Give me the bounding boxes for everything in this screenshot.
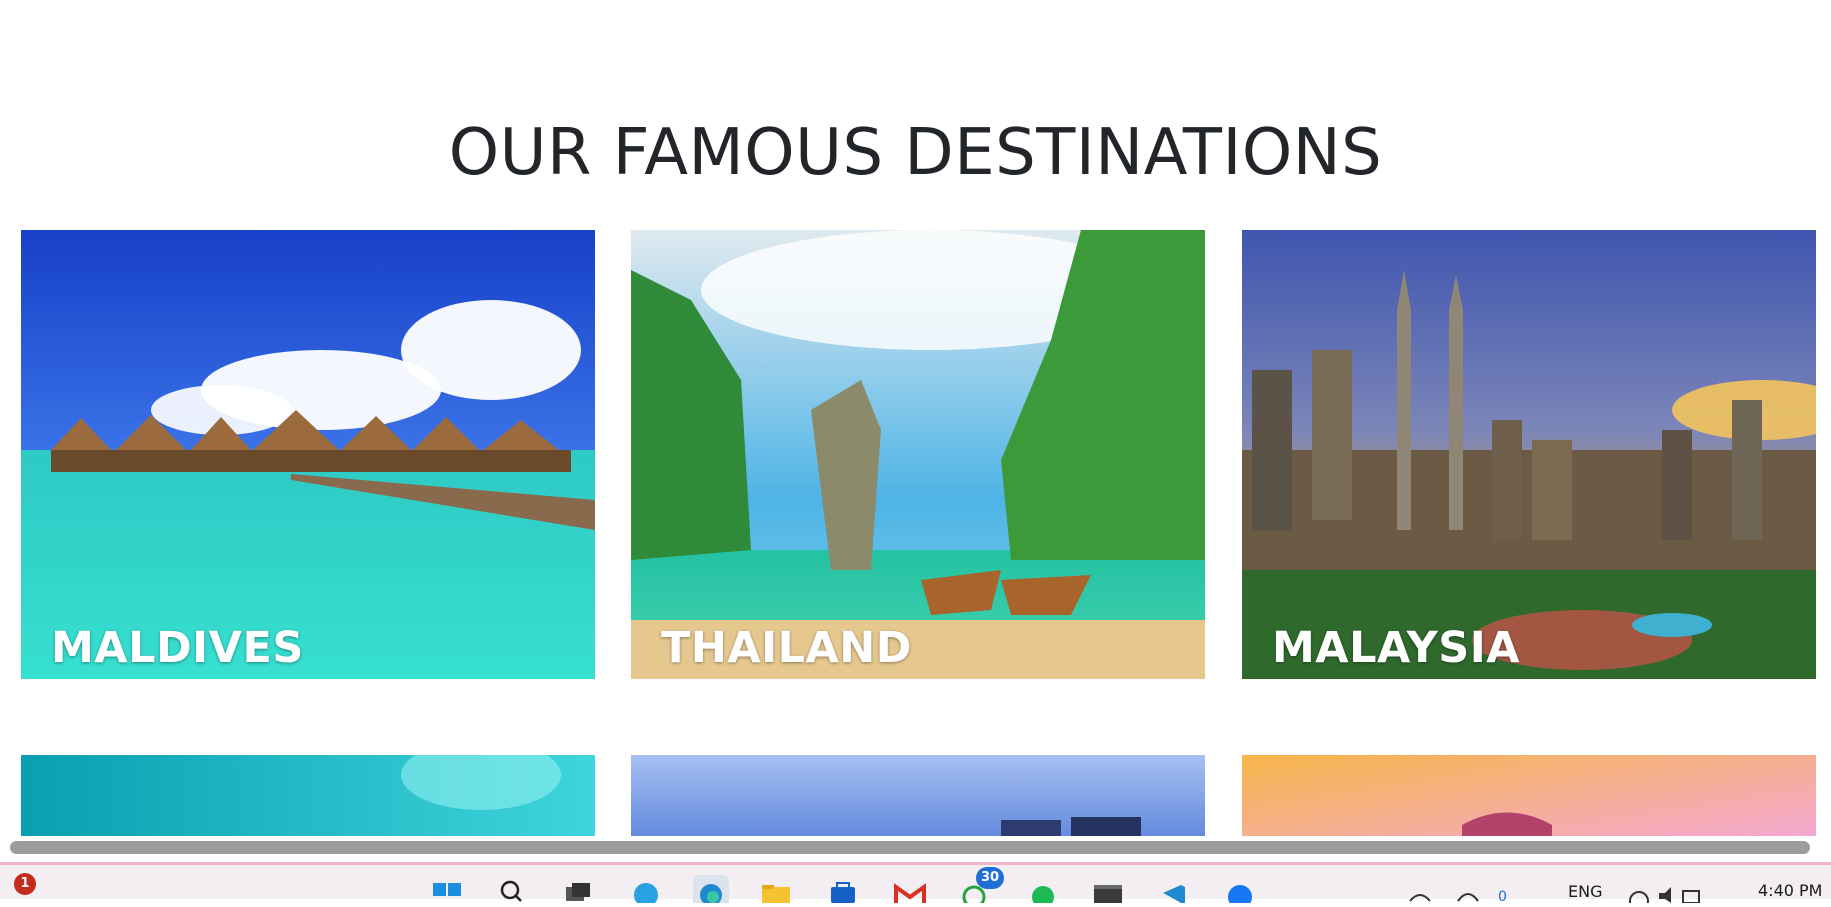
clock-time[interactable]: 4:40 PM <box>1758 881 1822 900</box>
destination-label: MALDIVES <box>51 623 304 673</box>
svg-text:0: 0 <box>1498 889 1507 903</box>
taskbar: 1 30 0 ENG 4:40 PM <box>0 862 1831 907</box>
widgets-icon[interactable]: 1 <box>6 873 36 903</box>
language-indicator[interactable]: ENG <box>1568 882 1602 901</box>
thailand-image <box>631 230 1205 679</box>
destination-card-maldives[interactable]: MALDIVES <box>21 230 595 679</box>
horizontal-scrollbar-thumb[interactable] <box>10 841 1810 854</box>
destination-image <box>631 755 1205 843</box>
notification-badge: 30 <box>976 867 1004 889</box>
maldives-image <box>21 230 595 679</box>
destination-label: MALAYSIA <box>1272 623 1521 673</box>
destination-image <box>1242 755 1816 843</box>
destination-card-malaysia[interactable]: MALAYSIA <box>1242 230 1816 679</box>
page-title: OUR FAMOUS DESTINATIONS <box>448 115 1383 190</box>
destination-card-thailand[interactable]: THAILAND <box>631 230 1205 679</box>
destination-image <box>21 755 595 843</box>
malaysia-image <box>1242 230 1816 679</box>
notification-badge: 1 <box>14 873 36 895</box>
destination-card-row2-3[interactable] <box>1242 755 1816 843</box>
destination-label: THAILAND <box>661 623 912 673</box>
destination-card-row2-2[interactable] <box>631 755 1205 843</box>
destination-card-row2-1[interactable] <box>21 755 595 843</box>
